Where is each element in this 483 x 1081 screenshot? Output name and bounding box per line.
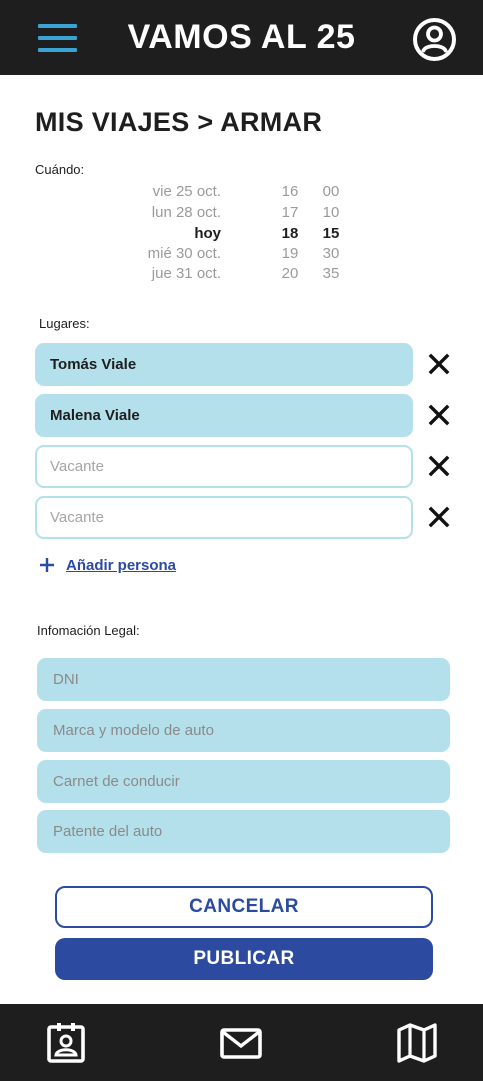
when-label: Cuándo: [35,162,85,177]
picker-row-selected: hoy 18 15 [0,224,483,244]
picker-day[interactable]: vie 25 oct. [153,182,221,202]
cancel-button[interactable]: CANCELAR [55,886,433,928]
picker-hour[interactable]: 16 [273,182,307,202]
picker-hour[interactable]: 19 [273,244,307,264]
picker-day[interactable]: mié 30 oct. [148,244,221,264]
picker-minute[interactable]: 00 [314,182,348,202]
car-model-field[interactable]: Marca y modelo de auto [37,709,450,752]
picker-minute[interactable]: 10 [314,203,348,223]
close-x-icon[interactable] [427,403,451,427]
mail-envelope-icon[interactable] [220,1022,262,1064]
close-x-icon[interactable] [427,505,451,529]
picker-day[interactable]: hoy [194,224,221,244]
picker-day[interactable]: jue 31 oct. [152,264,221,284]
place-field[interactable]: Tomás Viale [35,343,413,386]
close-x-icon[interactable] [427,352,451,376]
picker-minute[interactable]: 30 [314,244,348,264]
picker-hour[interactable]: 18 [273,224,307,244]
picker-minute[interactable]: 15 [314,224,348,244]
picker-minute[interactable]: 35 [314,264,348,284]
add-person-label: Añadir persona [66,556,177,574]
picker-row: mié 30 oct. 19 30 [0,244,483,264]
driver-license-field[interactable]: Carnet de conducir [37,760,450,803]
dni-field[interactable]: DNI [37,658,450,701]
places-label: Lugares: [39,316,90,331]
id-badge-icon[interactable] [45,1022,87,1064]
bottom-nav-bar [0,1004,483,1081]
picker-hour[interactable]: 20 [273,264,307,284]
close-x-icon[interactable] [427,454,451,478]
app-title: VAMOS AL 25 [127,18,356,56]
add-person-link[interactable]: Añadir persona [39,554,176,576]
page-title: MIS VIAJES > ARMAR [35,107,323,137]
picker-row: vie 25 oct. 16 00 [0,182,483,202]
user-profile-icon[interactable] [412,17,457,62]
picker-row: jue 31 oct. 20 35 [0,264,483,284]
top-app-bar: VAMOS AL 25 [0,0,483,75]
hamburger-menu-icon[interactable] [38,24,77,52]
publish-button[interactable]: PUBLICAR [55,938,433,980]
license-plate-field[interactable]: Patente del auto [37,810,450,853]
place-field-vacant[interactable]: Vacante [35,496,413,539]
picker-day[interactable]: lun 28 oct. [152,203,221,223]
picker-hour[interactable]: 17 [273,203,307,223]
legal-label: Infomación Legal: [37,623,140,638]
picker-row: lun 28 oct. 17 10 [0,203,483,223]
place-field-vacant[interactable]: Vacante [35,445,413,488]
map-icon[interactable] [396,1022,438,1064]
place-field[interactable]: Malena Viale [35,394,413,437]
plus-icon [39,557,55,573]
